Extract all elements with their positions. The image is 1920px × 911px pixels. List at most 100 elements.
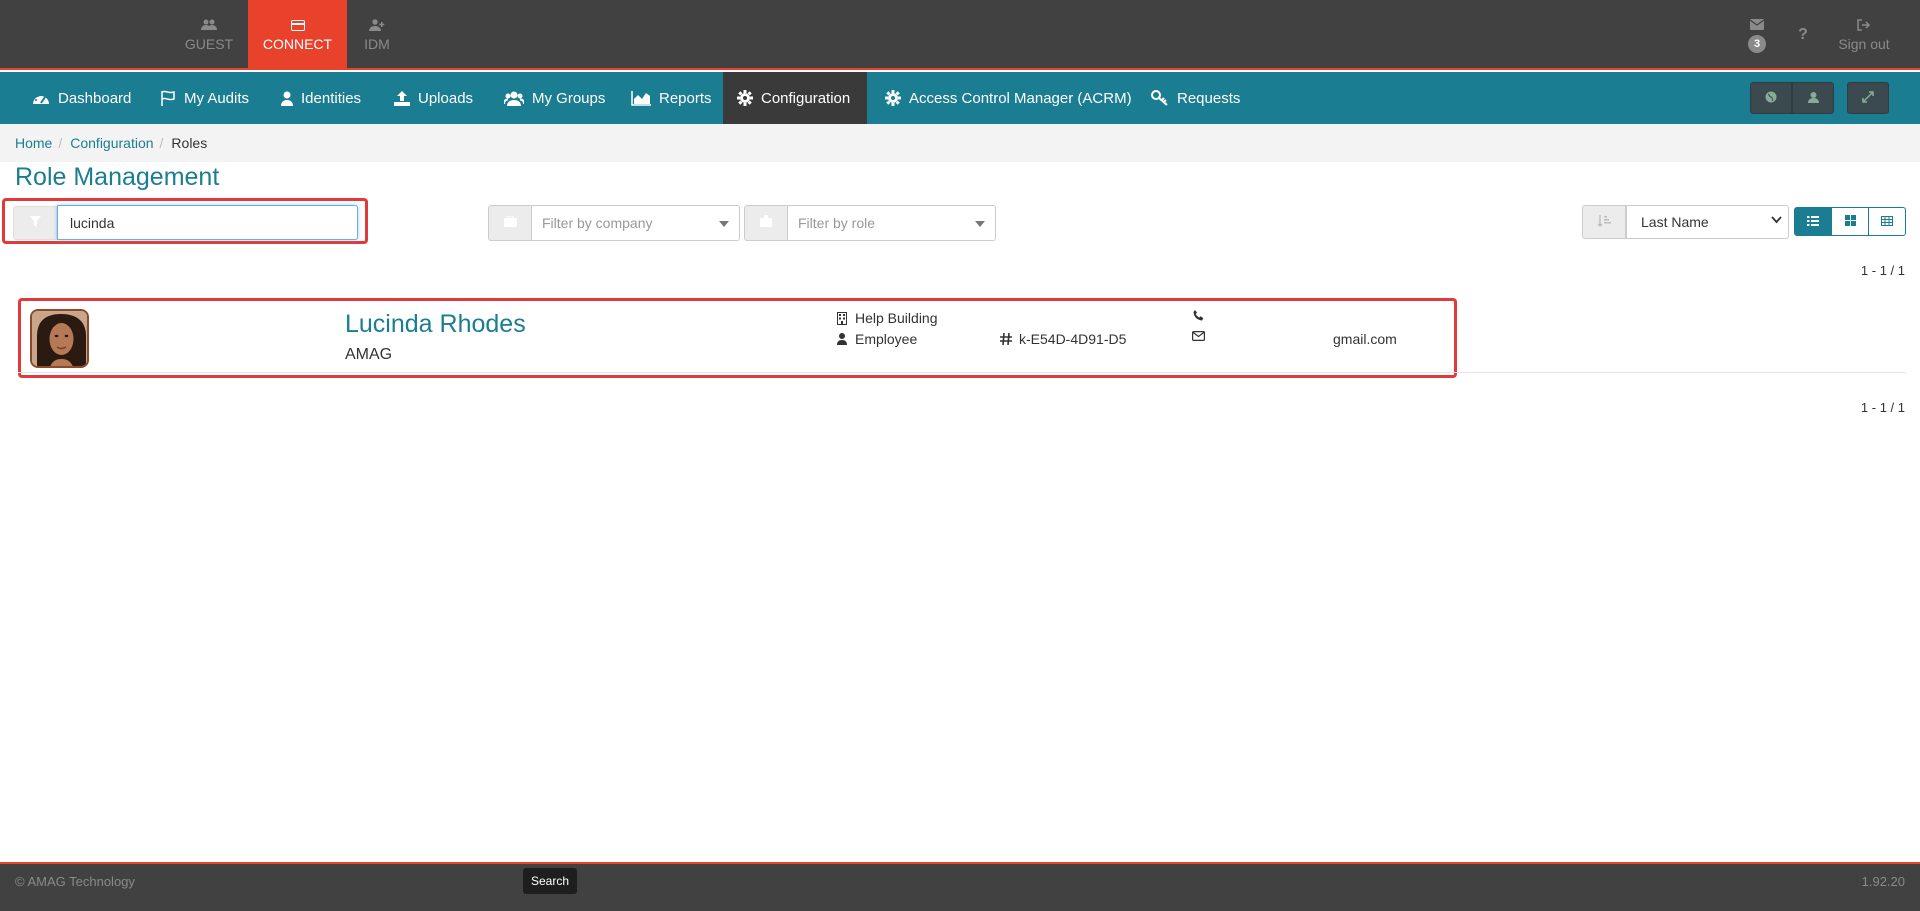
nav-item-label: Dashboard bbox=[58, 89, 132, 107]
envelope-icon bbox=[1749, 17, 1765, 33]
caret-down-icon bbox=[975, 221, 985, 227]
nav-item-dashboard[interactable]: Dashboard bbox=[18, 72, 145, 124]
envelope-icon bbox=[1191, 331, 1205, 341]
nav-item-my-groups[interactable]: My Groups bbox=[490, 72, 619, 124]
app-tab-guest[interactable]: GUEST bbox=[178, 0, 240, 70]
list-icon bbox=[1807, 213, 1819, 231]
nav-item-identities[interactable]: Identities bbox=[267, 72, 375, 124]
nav-item-reports[interactable]: Reports bbox=[617, 72, 726, 124]
card-icon bbox=[290, 18, 305, 32]
footer-copyright: © AMAG Technology bbox=[15, 874, 135, 889]
company-addon bbox=[488, 205, 532, 241]
breadcrumb-separator: / bbox=[159, 135, 164, 151]
sort-icon bbox=[1597, 214, 1611, 230]
app-tab-label: GUEST bbox=[184, 36, 234, 52]
sign-out-icon bbox=[1857, 18, 1871, 32]
globe-button[interactable] bbox=[1750, 82, 1792, 114]
question-icon: ? bbox=[1798, 26, 1808, 43]
company-filter-placeholder: Filter by company bbox=[542, 215, 653, 231]
sign-out-button[interactable]: Sign out bbox=[1834, 0, 1894, 70]
gear-icon bbox=[737, 90, 753, 106]
company-filter-select[interactable]: Filter by company bbox=[532, 205, 740, 241]
role-label: Employee bbox=[855, 331, 918, 347]
main-navigation: Dashboard My Audits Identities Uploads M… bbox=[0, 72, 1920, 124]
upload-icon bbox=[394, 90, 410, 106]
footer-version: 1.92.20 bbox=[1861, 874, 1905, 889]
nav-item-requests[interactable]: Requests bbox=[1137, 72, 1254, 124]
pagination-top: 1 - 1 / 1 bbox=[1860, 263, 1905, 278]
building-label: Help Building bbox=[855, 310, 938, 326]
sign-out-label: Sign out bbox=[1838, 36, 1890, 52]
messages-button[interactable]: 3 bbox=[1742, 0, 1772, 70]
nav-item-label: Requests bbox=[1177, 89, 1241, 107]
result-highlight bbox=[18, 298, 1457, 378]
role-filter-placeholder: Filter by role bbox=[798, 215, 876, 231]
email-label[interactable]: gmail.com bbox=[1333, 331, 1397, 347]
app-tab-connect[interactable]: CONNECT bbox=[248, 0, 347, 70]
breadcrumb-home[interactable]: Home bbox=[15, 135, 52, 151]
user-icon bbox=[281, 91, 293, 106]
breadcrumb-configuration[interactable]: Configuration bbox=[70, 135, 153, 151]
hashtag-icon bbox=[999, 333, 1013, 345]
users-icon bbox=[504, 91, 524, 106]
badge-icon bbox=[760, 214, 772, 232]
person-name-link[interactable]: Lucinda Rhodes bbox=[345, 310, 526, 339]
expand-icon bbox=[1862, 90, 1874, 106]
phone-icon bbox=[1191, 310, 1205, 321]
row-divider bbox=[18, 372, 1906, 373]
building-info: Help Building bbox=[835, 310, 938, 326]
nav-item-uploads[interactable]: Uploads bbox=[380, 72, 487, 124]
search-input[interactable] bbox=[57, 205, 358, 240]
search-tooltip: Search bbox=[523, 868, 578, 894]
list-view-button[interactable] bbox=[1794, 207, 1832, 236]
app-tab-label: IDM bbox=[364, 36, 390, 52]
nav-item-label: My Audits bbox=[184, 89, 250, 107]
nav-item-label: Reports bbox=[659, 89, 712, 107]
flag-icon bbox=[160, 90, 176, 106]
role-filter-select[interactable]: Filter by role bbox=[788, 205, 996, 241]
table-icon bbox=[1881, 213, 1893, 231]
grid-view-button[interactable] bbox=[1831, 207, 1869, 236]
breadcrumb-separator: / bbox=[58, 135, 63, 151]
message-count-badge: 3 bbox=[1748, 35, 1766, 53]
app-tab-idm[interactable]: IDM bbox=[355, 0, 399, 70]
sort-select-value: Last Name bbox=[1641, 214, 1709, 230]
users-icon bbox=[201, 18, 217, 32]
person-company: AMAG bbox=[345, 346, 393, 363]
pagination-bottom: 1 - 1 / 1 bbox=[1860, 400, 1905, 415]
user-icon bbox=[835, 333, 849, 345]
briefcase-icon bbox=[503, 214, 517, 232]
key-icon bbox=[1151, 90, 1169, 106]
nav-item-my-audits[interactable]: My Audits bbox=[146, 72, 263, 124]
top-app-bar: GUEST CONNECT IDM 3 ? Sign out bbox=[0, 0, 1920, 70]
chevron-down-icon bbox=[1771, 214, 1782, 228]
breadcrumb-current: Roles bbox=[171, 135, 208, 151]
app-tab-label: CONNECT bbox=[262, 36, 333, 52]
page-title: Role Management bbox=[15, 163, 220, 191]
id-label: k-E54D-4D91-D5 bbox=[1019, 331, 1127, 347]
nav-item-label: Uploads bbox=[418, 89, 474, 107]
role-info: Employee bbox=[835, 331, 917, 347]
area-chart-icon bbox=[631, 90, 651, 106]
email-icon-cell bbox=[1191, 331, 1211, 341]
fullscreen-button[interactable] bbox=[1847, 82, 1889, 114]
id-info: k-E54D-4D91-D5 bbox=[999, 331, 1126, 347]
breadcrumb: Home / Configuration / Roles bbox=[0, 124, 1920, 162]
nav-item-acrm[interactable]: Access Control Manager (ACRM) bbox=[871, 72, 1146, 124]
table-view-button[interactable] bbox=[1868, 207, 1906, 236]
user-plus-icon bbox=[369, 18, 385, 32]
lock-button[interactable] bbox=[1792, 82, 1834, 114]
sort-select[interactable]: Last Name bbox=[1626, 205, 1789, 239]
help-button[interactable]: ? bbox=[1792, 0, 1814, 70]
sort-addon bbox=[1582, 205, 1626, 239]
nav-item-label: Identities bbox=[301, 89, 362, 107]
footer: © AMAG Technology 1.92.20 bbox=[0, 862, 1920, 911]
filter-icon bbox=[29, 214, 41, 232]
role-addon bbox=[744, 205, 788, 241]
globe-icon bbox=[1765, 91, 1777, 106]
user-secret-icon bbox=[1807, 91, 1819, 106]
nav-item-label: My Groups bbox=[532, 89, 606, 107]
nav-item-configuration[interactable]: Configuration bbox=[723, 72, 867, 124]
caret-down-icon bbox=[719, 221, 729, 227]
th-large-icon bbox=[1844, 213, 1856, 231]
